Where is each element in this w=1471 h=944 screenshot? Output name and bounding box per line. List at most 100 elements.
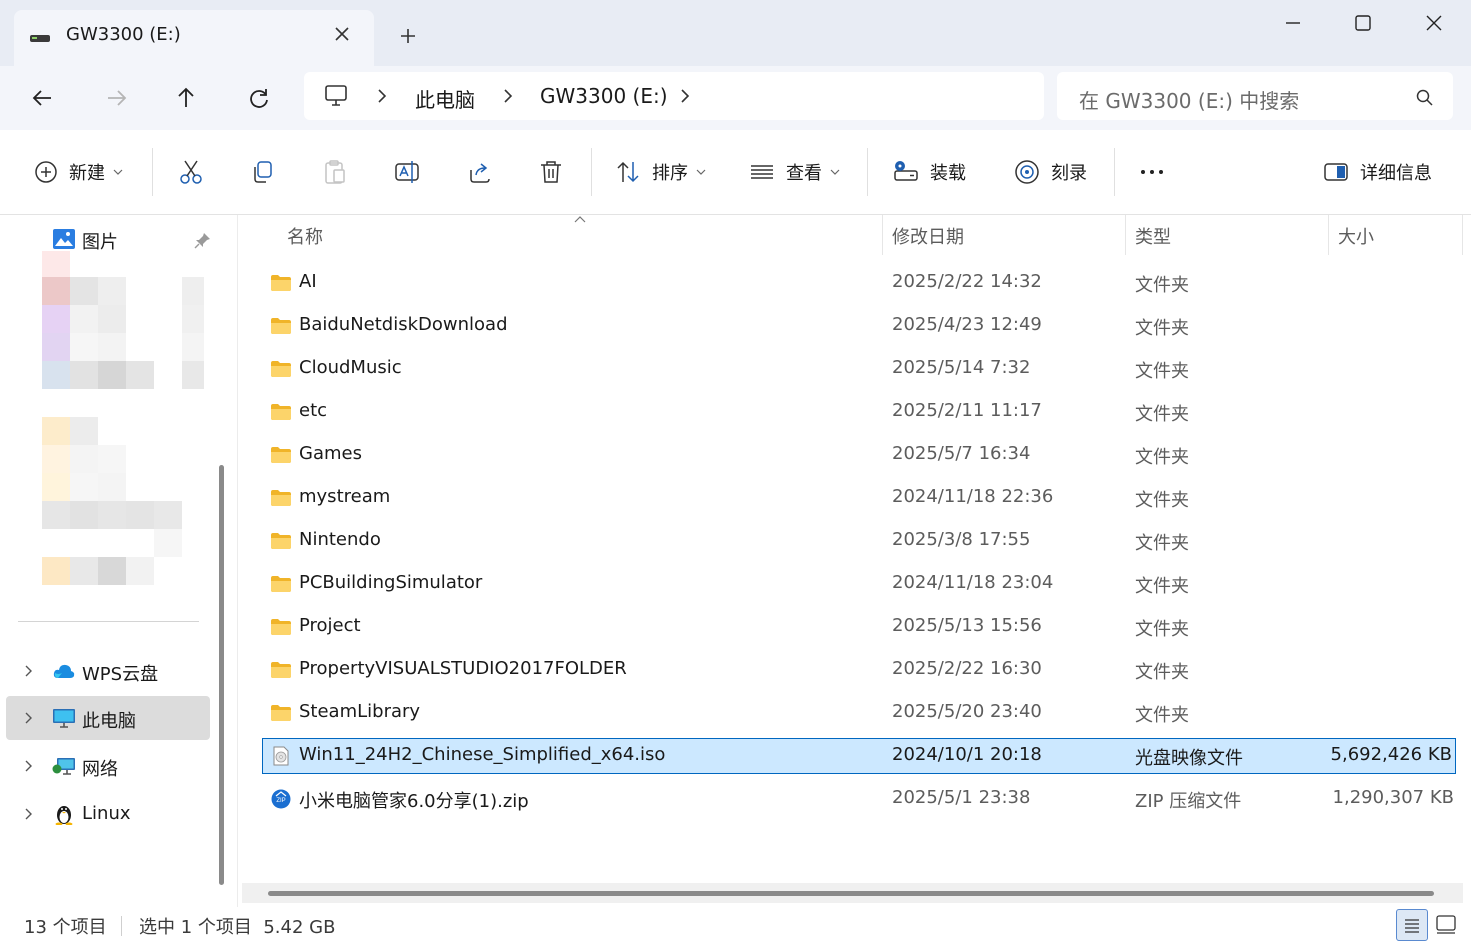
file-row[interactable]: PCBuildingSimulator 2024/11/18 23:04 文件夹 xyxy=(262,566,1458,602)
sidebar-item-pictures[interactable]: 图片 xyxy=(6,217,210,261)
file-type: 文件夹 xyxy=(1135,533,1189,554)
file-row[interactable]: Games 2025/5/7 16:34 文件夹 xyxy=(262,437,1458,473)
chevron-right-icon[interactable] xyxy=(22,710,36,726)
details-label: 详细信息 xyxy=(1360,163,1432,184)
file-row[interactable]: ZIP 小米电脑管家6.0分享(1).zip 2025/5/1 23:38 ZIP 压… xyxy=(262,781,1458,817)
file-date-modified: 2024/11/18 22:36 xyxy=(892,486,1054,507)
folder-icon xyxy=(270,574,292,594)
navigation-pane: 图片 WPS云盘 此电脑 网络 Linux xyxy=(0,215,238,907)
rename-button[interactable] xyxy=(393,152,421,192)
cut-button[interactable] xyxy=(177,152,205,192)
chevron-down-icon xyxy=(113,169,123,175)
sidebar-item-this-pc[interactable]: 此电脑 xyxy=(6,696,210,740)
folder-icon xyxy=(270,359,292,379)
file-name: Win11_24H2_Chinese_Simplified_x64.iso xyxy=(299,744,666,765)
file-type: 文件夹 xyxy=(1135,619,1189,640)
column-header-name[interactable]: 名称 xyxy=(287,223,323,249)
refresh-icon[interactable] xyxy=(241,80,277,116)
burn-button[interactable]: 刻录 xyxy=(1013,152,1087,192)
file-row[interactable]: CloudMusic 2025/5/14 7:32 文件夹 xyxy=(262,351,1458,387)
new-label: 新建 xyxy=(69,163,105,184)
file-date-modified: 2025/2/22 14:32 xyxy=(892,271,1042,292)
file-size: 5,692,426 KB xyxy=(1330,744,1452,765)
pin-icon[interactable] xyxy=(194,231,212,249)
more-button[interactable] xyxy=(1138,152,1166,192)
copy-button[interactable] xyxy=(249,152,277,192)
back-arrow-icon[interactable] xyxy=(25,80,61,116)
file-row[interactable]: BaiduNetdiskDownload 2025/4/23 12:49 文件夹 xyxy=(262,308,1458,344)
up-arrow-icon[interactable] xyxy=(168,80,204,116)
file-date-modified: 2025/5/13 15:56 xyxy=(892,615,1042,636)
mount-button[interactable]: 装载 xyxy=(892,152,966,192)
large-icons-view-button[interactable] xyxy=(1431,909,1463,941)
file-row[interactable]: Project 2025/5/13 15:56 文件夹 xyxy=(262,609,1458,645)
column-divider[interactable] xyxy=(882,215,883,255)
file-name: Project xyxy=(299,615,361,636)
search-box[interactable]: 在 GW3300 (E:) 中搜索 xyxy=(1057,72,1453,120)
copy-icon xyxy=(254,161,272,183)
selection-info: 选中 1 个项目 5.42 GB xyxy=(139,917,336,938)
address-bar[interactable]: 此电脑 GW3300 (E:) xyxy=(304,72,1044,120)
file-row[interactable]: Nintendo 2025/3/8 17:55 文件夹 xyxy=(262,523,1458,559)
file-row[interactable]: PropertyVISUALSTUDIO2017FOLDER 2025/2/22 … xyxy=(262,652,1458,688)
computer-icon xyxy=(53,709,75,728)
chevron-right-icon[interactable] xyxy=(22,663,36,679)
folder-icon xyxy=(270,488,292,508)
file-row[interactable]: mystream 2024/11/18 22:36 文件夹 xyxy=(262,480,1458,516)
chevron-right-icon[interactable] xyxy=(22,758,36,774)
folder-icon xyxy=(270,703,292,723)
folder-icon xyxy=(270,316,292,336)
sidebar-item-network[interactable]: 网络 xyxy=(6,744,210,788)
breadcrumb-drive[interactable]: GW3300 (E:) xyxy=(540,84,668,108)
details-view-button[interactable] xyxy=(1396,909,1428,941)
file-type: 文件夹 xyxy=(1135,576,1189,597)
search-icon[interactable] xyxy=(1415,88,1435,108)
file-row[interactable]: AI 2025/2/22 14:32 文件夹 xyxy=(262,265,1458,301)
sidebar-item-label: 网络 xyxy=(82,759,118,780)
column-divider[interactable] xyxy=(1328,215,1329,255)
plus-icon[interactable] xyxy=(394,22,422,50)
navigation-bar: 此电脑 GW3300 (E:) 在 GW3300 (E:) 中搜索 xyxy=(0,66,1471,130)
computer-icon xyxy=(325,85,347,106)
sidebar-item-wps-cloud[interactable]: WPS云盘 xyxy=(6,649,210,693)
breadcrumb-this-pc[interactable]: 此电脑 xyxy=(415,84,475,113)
file-name: Games xyxy=(299,443,362,464)
close-icon[interactable] xyxy=(1416,8,1452,38)
delete-icon xyxy=(541,161,561,183)
minimize-icon[interactable] xyxy=(1275,8,1311,38)
file-date-modified: 2025/3/8 17:55 xyxy=(892,529,1031,550)
column-divider[interactable] xyxy=(1125,215,1126,255)
delete-button[interactable] xyxy=(537,152,565,192)
mount-drive-icon xyxy=(894,161,918,181)
maximize-icon[interactable] xyxy=(1345,8,1381,38)
file-type: 文件夹 xyxy=(1135,275,1189,296)
paste-button[interactable] xyxy=(321,152,349,192)
tab-current[interactable]: GW3300 (E:) xyxy=(14,10,374,66)
details-pane-button[interactable]: 详细信息 xyxy=(1322,152,1432,192)
chevron-right-icon[interactable] xyxy=(22,806,36,822)
chevron-right-icon[interactable] xyxy=(500,86,516,106)
sort-ascending-icon xyxy=(574,216,586,223)
column-header-date[interactable]: 修改日期 xyxy=(892,223,964,249)
sidebar-item-linux[interactable]: Linux xyxy=(6,792,210,836)
view-button[interactable]: 查看 xyxy=(748,152,840,192)
file-row[interactable]: SteamLibrary 2025/5/20 23:40 文件夹 xyxy=(262,695,1458,731)
file-row[interactable]: etc 2025/2/11 11:17 文件夹 xyxy=(262,394,1458,430)
share-button[interactable] xyxy=(466,152,494,192)
new-button[interactable]: 新建 xyxy=(33,152,123,192)
file-row[interactable]: Win11_24H2_Chinese_Simplified_x64.iso 202… xyxy=(262,738,1456,774)
sidebar-scrollbar[interactable] xyxy=(219,465,224,885)
status-bar: 13 个项目 选中 1 个项目 5.42 GB xyxy=(0,907,1471,944)
sort-icon xyxy=(617,161,639,183)
horizontal-scrollbar[interactable] xyxy=(268,891,1434,896)
column-header-type[interactable]: 类型 xyxy=(1135,223,1171,249)
chevron-right-icon[interactable] xyxy=(677,86,693,106)
file-name: etc xyxy=(299,400,328,421)
sort-button[interactable]: 排序 xyxy=(614,152,706,192)
search-input[interactable]: 在 GW3300 (E:) 中搜索 xyxy=(1079,85,1299,114)
column-divider[interactable] xyxy=(1462,215,1463,255)
tab-close-icon[interactable] xyxy=(328,20,356,48)
chevron-right-icon[interactable] xyxy=(374,86,390,106)
column-header-size[interactable]: 大小 xyxy=(1338,223,1374,249)
forward-arrow-icon[interactable] xyxy=(98,80,134,116)
